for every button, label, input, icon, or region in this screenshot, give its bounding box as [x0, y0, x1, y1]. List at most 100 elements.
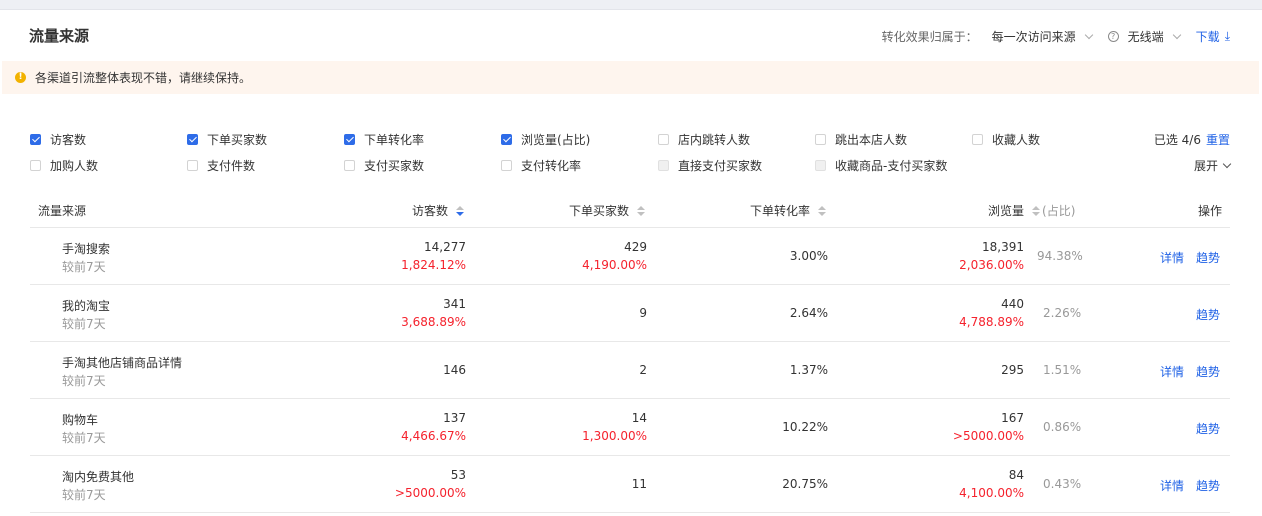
sort-icon[interactable]	[818, 205, 826, 216]
filter-order-buyers[interactable]: 下单买家数	[187, 131, 267, 148]
pageviews-value: 295	[1001, 363, 1024, 377]
filter-internal-jump[interactable]: 店内跳转人数	[658, 131, 750, 148]
visitors-value: 146	[443, 363, 466, 377]
detail-link[interactable]: 详情	[1160, 249, 1184, 266]
attribution-select[interactable]: 每一次访问来源	[992, 28, 1076, 45]
compare-label: 较前7天	[62, 260, 106, 274]
sort-icon[interactable]	[1032, 205, 1041, 216]
trend-link[interactable]: 趋势	[1196, 420, 1220, 437]
sort-icon[interactable]	[637, 205, 645, 216]
traffic-source-table: 流量来源 访客数 下单买家数 下单转化率 浏览量 (占比) 操作 手淘搜索 较前…	[30, 192, 1230, 513]
source-name: 手淘其他店铺商品详情	[62, 356, 183, 370]
compare-label: 较前7天	[62, 431, 106, 445]
filter-direct-pay-buyers[interactable]: 直接支付买家数	[658, 157, 762, 174]
attribution-label: 转化效果归属于：	[881, 30, 978, 44]
source-name: 购物车	[62, 413, 99, 427]
detail-link[interactable]: 详情	[1160, 477, 1184, 494]
table-row: 手淘搜索 较前7天 14,277 1,824.12% 429 4,190.00%…	[30, 228, 1230, 285]
checkbox[interactable]	[30, 160, 41, 171]
detail-link[interactable]: 详情	[1160, 363, 1184, 380]
checkbox[interactable]	[187, 160, 198, 171]
visitors-change: >5000.00%	[394, 486, 466, 500]
filter-label: 收藏人数	[992, 133, 1041, 147]
filter-label: 支付转化率	[521, 159, 582, 173]
compare-label: 较前7天	[62, 317, 106, 331]
alert-banner: ! 各渠道引流整体表现不错，请继续保持。	[2, 61, 1259, 94]
filter-add-cart[interactable]: 加购人数	[30, 157, 98, 174]
expand-toggle[interactable]: 展开	[1193, 157, 1232, 174]
checkbox[interactable]	[815, 160, 826, 171]
expand-label: 展开	[1193, 159, 1218, 173]
device-select[interactable]: 无线端	[1128, 28, 1164, 45]
table-row: 我的淘宝 较前7天 341 3,688.89% 9 2.64% 440 4,78…	[30, 285, 1230, 342]
filter-label: 店内跳转人数	[678, 133, 751, 147]
buyers-value: 429	[624, 240, 647, 254]
buyers-value: 11	[631, 477, 647, 491]
filter-pay-items[interactable]: 支付件数	[187, 157, 255, 174]
filter-favorites[interactable]: 收藏人数	[972, 131, 1040, 148]
col-conversion[interactable]: 下单转化率	[750, 202, 826, 219]
checkbox[interactable]	[344, 160, 355, 171]
trend-link[interactable]: 趋势	[1196, 249, 1220, 266]
compare-label: 较前7天	[62, 374, 106, 388]
checkbox[interactable]	[815, 134, 826, 145]
buyers-value: 2	[639, 363, 647, 377]
col-buyers-label: 下单买家数	[568, 204, 629, 218]
checkbox[interactable]	[658, 160, 669, 171]
pageviews-share: 2.26%	[1043, 306, 1082, 320]
filter-label: 加购人数	[50, 159, 99, 173]
source-name: 我的淘宝	[62, 299, 111, 313]
col-visitors[interactable]: 访客数	[412, 202, 464, 219]
table-row: 淘内免费其他 较前7天 53 >5000.00% 11 20.75% 84 4,…	[30, 456, 1230, 513]
trend-link[interactable]: 趋势	[1196, 477, 1220, 494]
filter-order-conversion[interactable]: 下单转化率	[344, 131, 424, 148]
filter-label: 支付买家数	[364, 159, 425, 173]
checkbox[interactable]	[501, 134, 512, 145]
filter-pay-conversion[interactable]: 支付转化率	[501, 157, 581, 174]
conversion-value: 3.00%	[789, 249, 828, 263]
pageviews-value: 440	[1001, 297, 1024, 311]
checkbox[interactable]	[30, 134, 41, 145]
buyers-value: 9	[639, 306, 647, 320]
col-pageviews[interactable]: 浏览量 (占比)	[988, 202, 1075, 219]
filter-bounce[interactable]: 跳出本店人数	[815, 131, 907, 148]
download-label: 下载	[1195, 30, 1220, 44]
visitors-change: 1,824.12%	[401, 258, 466, 272]
filter-label: 下单转化率	[364, 133, 425, 147]
buyers-value: 14	[631, 411, 647, 425]
help-icon[interactable]: ?	[1107, 31, 1119, 42]
header-controls: 转化效果归属于： 每一次访问来源 ? 无线端 下载 ⤓	[882, 28, 1230, 45]
filter-visitors[interactable]: 访客数	[30, 131, 86, 148]
checkbox[interactable]	[972, 134, 983, 145]
checkbox[interactable]	[187, 134, 198, 145]
filter-pay-buyers[interactable]: 支付买家数	[344, 157, 424, 174]
checkbox[interactable]	[658, 134, 669, 145]
pageviews-value: 167	[1001, 411, 1024, 425]
conversion-value: 10.22%	[782, 420, 828, 434]
trend-link[interactable]: 趋势	[1196, 363, 1220, 380]
col-share-label: (占比)	[1042, 204, 1076, 218]
buyers-change: 1,300.00%	[582, 429, 647, 443]
filter-label: 跳出本店人数	[835, 133, 908, 147]
pageviews-share: 94.38%	[1037, 249, 1083, 263]
pageviews-change: 4,100.00%	[959, 486, 1024, 500]
pageviews-share: 0.86%	[1043, 420, 1082, 434]
download-icon: ⤓	[1224, 29, 1230, 43]
checkbox[interactable]	[501, 160, 512, 171]
table-row: 手淘其他店铺商品详情 较前7天 146 2 1.37% 295 1.51% 详情…	[30, 342, 1230, 399]
visitors-value: 53	[450, 468, 466, 482]
download-button[interactable]: 下载 ⤓	[1196, 28, 1230, 45]
trend-link[interactable]: 趋势	[1196, 306, 1220, 323]
chevron-down-icon[interactable]	[1172, 30, 1181, 40]
filter-pageviews[interactable]: 浏览量(占比)	[501, 131, 590, 148]
filter-label: 下单买家数	[207, 133, 268, 147]
filter-fav-pay-buyers[interactable]: 收藏商品-支付买家数	[815, 157, 947, 174]
col-buyers[interactable]: 下单买家数	[569, 202, 645, 219]
reset-link[interactable]: 重置	[1206, 131, 1230, 148]
selected-count: 已选 4/6 重置	[1154, 131, 1230, 148]
pageviews-change: 2,036.00%	[959, 258, 1024, 272]
chevron-down-icon[interactable]	[1084, 30, 1093, 40]
sort-icon[interactable]	[456, 205, 464, 216]
warning-icon: !	[15, 72, 26, 83]
checkbox[interactable]	[344, 134, 355, 145]
